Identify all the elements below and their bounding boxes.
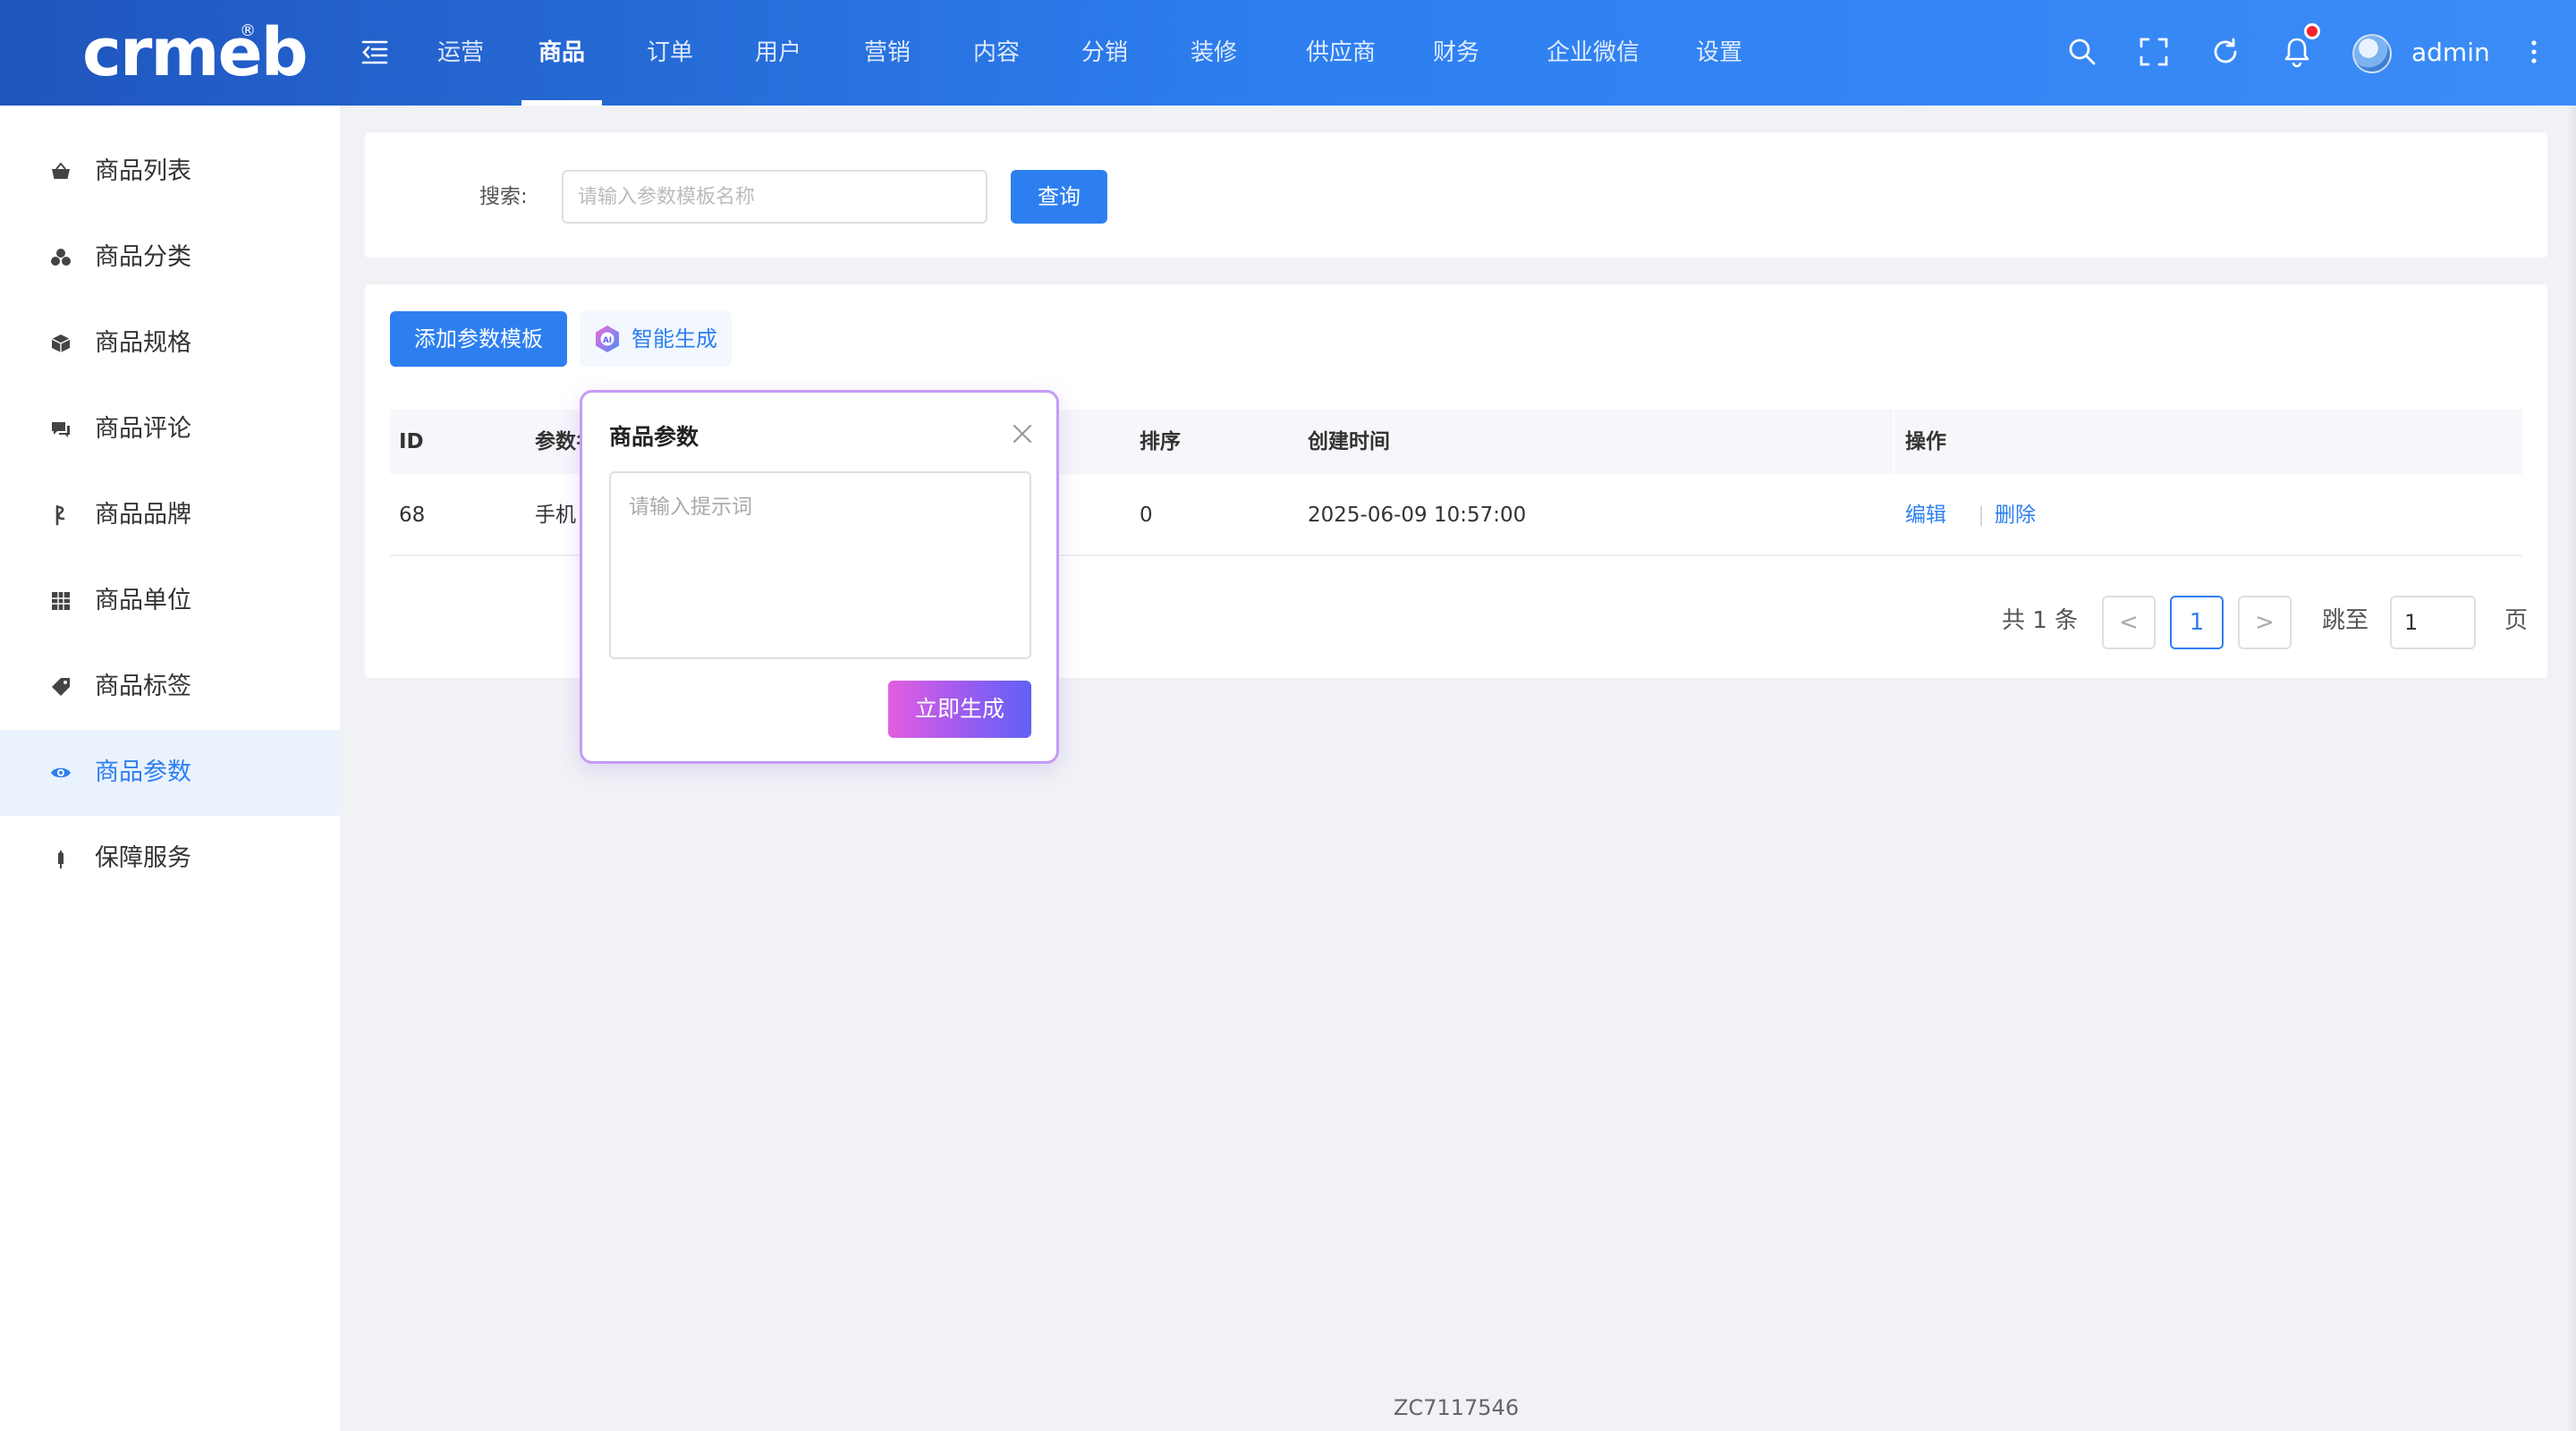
search-input[interactable] — [562, 170, 987, 224]
ai-icon: AI — [596, 326, 619, 352]
action-divider — [1980, 506, 1982, 526]
search-panel: 搜索: 查询 — [365, 132, 2547, 258]
column-divider — [1893, 410, 1894, 474]
notification-badge — [2304, 23, 2320, 39]
sidebar-item-product-category[interactable]: 商品分类 — [0, 215, 340, 301]
brand-icon — [55, 504, 65, 526]
bell-icon[interactable] — [2281, 36, 2313, 68]
sidebar-item-guarantee-service[interactable]: 保障服务 — [0, 816, 340, 902]
nav-item-distribution[interactable]: 分销 — [1073, 0, 1136, 106]
nav-item-marketing[interactable]: 营销 — [856, 0, 919, 106]
pagination-next-button[interactable]: > — [2238, 596, 2292, 649]
search-label: 搜索: — [479, 185, 528, 208]
cell-created: 2025-06-09 10:57:00 — [1308, 504, 1527, 527]
column-header-id: ID — [399, 430, 424, 453]
add-param-template-button[interactable]: 添加参数模板 — [390, 311, 567, 367]
sidebar-item-label: 商品列表 — [95, 157, 191, 185]
comment-icon — [52, 422, 70, 437]
more-icon[interactable] — [2528, 36, 2540, 68]
query-button[interactable]: 查询 — [1011, 170, 1107, 224]
sidebar-item-product-tag[interactable]: 商品标签 — [0, 644, 340, 730]
sidebar: 商品列表 商品分类 商品规格 商品评论 商品品牌 商品单位 商品标签 商品参数 … — [0, 106, 340, 1431]
edit-link[interactable]: 编辑 — [1905, 474, 1946, 556]
sidebar-item-product-unit[interactable]: 商品单位 — [0, 558, 340, 644]
pagination-page-suffix: 页 — [2504, 607, 2529, 634]
pagination-total: 共 1 条 — [2002, 607, 2079, 634]
scrollbar-track[interactable] — [2567, 106, 2576, 1431]
sidebar-item-label: 商品评论 — [95, 415, 191, 443]
nav-item-supplier[interactable]: 供应商 — [1296, 0, 1385, 106]
category-icon — [51, 249, 71, 266]
pagination-jump-input[interactable] — [2390, 596, 2476, 649]
cube-icon — [51, 334, 71, 352]
nav-item-decoration[interactable]: 装修 — [1182, 0, 1245, 106]
pagination-jump-label: 跳至 — [2322, 607, 2369, 634]
column-header-actions: 操作 — [1905, 430, 1946, 453]
sidebar-item-label: 商品分类 — [95, 243, 191, 271]
sidebar-item-product-params[interactable]: 商品参数 — [0, 730, 340, 816]
nav-active-indicator — [521, 100, 602, 106]
nav-item-orders[interactable]: 订单 — [639, 0, 701, 106]
cell-id: 68 — [399, 504, 426, 527]
sidebar-item-label: 保障服务 — [95, 844, 191, 872]
popover-title: 商品参数 — [609, 424, 699, 450]
generate-now-button[interactable]: 立即生成 — [888, 681, 1031, 738]
sidebar-item-label: 商品规格 — [95, 329, 191, 357]
sidebar-item-label: 商品参数 — [95, 758, 191, 786]
nav-item-settings[interactable]: 设置 — [1688, 0, 1750, 106]
column-header-sort: 排序 — [1140, 430, 1181, 453]
sidebar-item-label: 商品标签 — [95, 673, 191, 700]
delete-link[interactable]: 删除 — [1995, 474, 2036, 556]
svg-text:AI: AI — [603, 336, 612, 345]
top-header: crmeb ® 运营 商品 订单 用户 营销 内容 分销 装修 供应商 财务 企… — [0, 0, 2576, 106]
sidebar-item-product-comment[interactable]: 商品评论 — [0, 386, 340, 472]
pagination-prev-button[interactable]: < — [2102, 596, 2156, 649]
sidebar-item-product-spec[interactable]: 商品规格 — [0, 301, 340, 386]
search-icon[interactable] — [2066, 36, 2098, 68]
sidebar-item-label: 商品单位 — [95, 587, 191, 614]
basket-icon — [52, 162, 70, 179]
close-icon[interactable] — [1012, 423, 1033, 445]
sidebar-item-product-brand[interactable]: 商品品牌 — [0, 472, 340, 558]
logo-registered-mark: ® — [240, 21, 256, 40]
logo[interactable]: crmeb — [82, 20, 309, 86]
avatar[interactable] — [2352, 34, 2392, 73]
sidebar-item-label: 商品品牌 — [95, 501, 191, 529]
grid-icon — [52, 592, 70, 610]
ai-generate-popover: 商品参数 立即生成 — [580, 390, 1059, 764]
nav-item-users[interactable]: 用户 — [747, 0, 809, 106]
nav-item-operations[interactable]: 运营 — [429, 0, 492, 106]
pagination-page-1[interactable]: 1 — [2170, 596, 2224, 649]
sidebar-item-product-list[interactable]: 商品列表 — [0, 129, 340, 215]
service-icon — [58, 850, 64, 868]
nav-item-products[interactable]: 商品 — [530, 0, 593, 106]
smart-generate-button[interactable]: AI 智能生成 — [580, 311, 732, 367]
footer-code: ZC7117546 — [1394, 1395, 1520, 1420]
cell-name: 手机 — [535, 504, 576, 527]
prompt-textarea[interactable] — [609, 471, 1031, 659]
eye-icon — [51, 767, 71, 778]
refresh-icon[interactable] — [2209, 36, 2241, 68]
nav-item-wecom[interactable]: 企业微信 — [1535, 0, 1651, 106]
nav-item-content[interactable]: 内容 — [965, 0, 1028, 106]
menu-collapse-icon[interactable] — [361, 39, 388, 64]
tag-icon — [52, 678, 70, 696]
fullscreen-icon[interactable] — [2138, 36, 2170, 68]
nav-item-finance[interactable]: 财务 — [1425, 0, 1487, 106]
column-header-created: 创建时间 — [1308, 430, 1390, 453]
username[interactable]: admin — [2411, 34, 2490, 72]
cell-sort: 0 — [1140, 504, 1153, 527]
smart-generate-label: 智能生成 — [631, 326, 717, 351]
